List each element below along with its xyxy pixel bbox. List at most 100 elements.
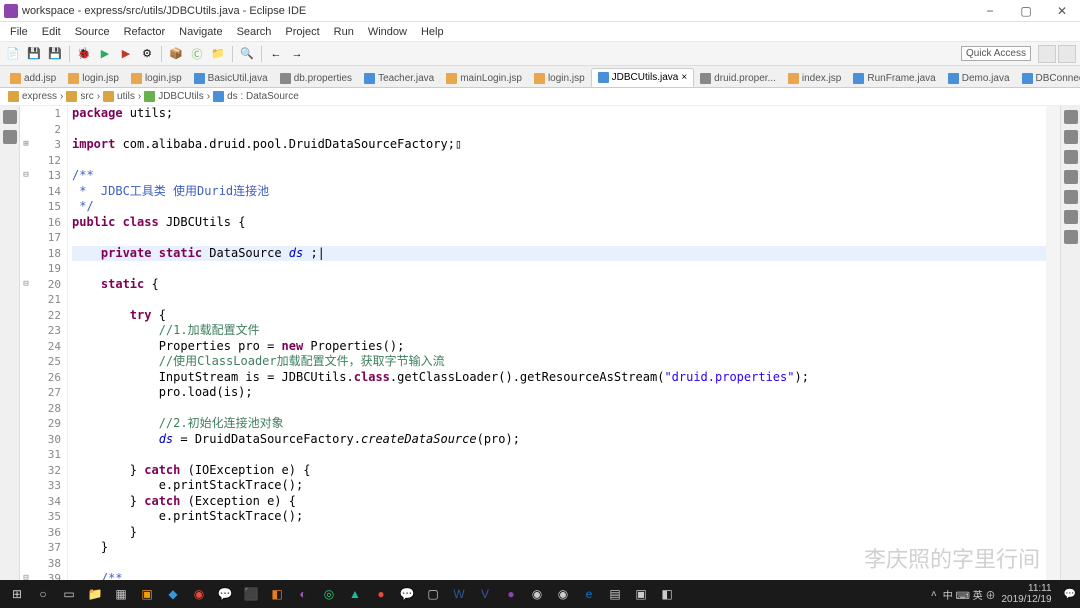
fold-marker bbox=[20, 478, 32, 494]
chrome-icon[interactable]: ◉ bbox=[550, 583, 576, 605]
tab-login-jsp[interactable]: login.jsp bbox=[528, 70, 591, 87]
new-icon[interactable]: 📄 bbox=[4, 45, 22, 63]
servers-icon[interactable] bbox=[1064, 170, 1078, 184]
console-icon[interactable] bbox=[1064, 190, 1078, 204]
task-icon[interactable] bbox=[1064, 130, 1078, 144]
tab-runframe-java[interactable]: RunFrame.java bbox=[847, 70, 941, 87]
edge-icon[interactable]: e bbox=[576, 583, 602, 605]
app9-icon[interactable]: ◎ bbox=[316, 583, 342, 605]
breadcrumb-item[interactable]: express bbox=[22, 91, 57, 102]
notification-icon[interactable]: 💬 bbox=[1064, 589, 1076, 600]
breadcrumb-item[interactable]: JDBCUtils bbox=[158, 91, 204, 102]
menu-navigate[interactable]: Navigate bbox=[173, 24, 228, 40]
menu-refactor[interactable]: Refactor bbox=[118, 24, 172, 40]
eclipse-icon[interactable]: ● bbox=[498, 583, 524, 605]
visio-icon[interactable]: V bbox=[472, 583, 498, 605]
menu-project[interactable]: Project bbox=[279, 24, 325, 40]
tab-login-jsp[interactable]: login.jsp bbox=[125, 70, 188, 87]
tab-teacher-java[interactable]: Teacher.java bbox=[358, 70, 440, 87]
terminal-icon[interactable] bbox=[1064, 210, 1078, 224]
save-all-icon[interactable]: 💾 bbox=[46, 45, 64, 63]
maximize-button[interactable]: ▢ bbox=[1012, 2, 1040, 20]
app12-icon[interactable]: ▢ bbox=[420, 583, 446, 605]
window-title: workspace - express/src/utils/JDBCUtils.… bbox=[22, 5, 976, 17]
navigator-icon[interactable] bbox=[3, 130, 17, 144]
menu-file[interactable]: File bbox=[4, 24, 34, 40]
tab-db-properties[interactable]: db.properties bbox=[274, 70, 358, 87]
minimize-button[interactable]: − bbox=[976, 2, 1004, 20]
search-icon[interactable]: 🔍 bbox=[238, 45, 256, 63]
fold-marker[interactable]: ⊟ bbox=[20, 277, 32, 293]
tab-druid-proper-[interactable]: druid.proper... bbox=[694, 70, 782, 87]
outline-icon[interactable] bbox=[1064, 110, 1078, 124]
tab-login-jsp[interactable]: login.jsp bbox=[62, 70, 125, 87]
tab-basicutil-java[interactable]: BasicUtil.java bbox=[188, 70, 274, 87]
app10-icon[interactable]: ▲ bbox=[342, 583, 368, 605]
app14-icon[interactable]: ▤ bbox=[602, 583, 628, 605]
clock[interactable]: 11:11 2019/12/19 bbox=[1001, 583, 1057, 605]
run-server-icon[interactable]: ⚙ bbox=[138, 45, 156, 63]
app8-icon[interactable]: ◐ bbox=[290, 583, 316, 605]
save-icon[interactable]: 💾 bbox=[25, 45, 43, 63]
new-class-icon[interactable]: Ⓒ bbox=[188, 45, 206, 63]
fold-marker[interactable]: ⊟ bbox=[20, 168, 32, 184]
close-button[interactable]: ✕ bbox=[1048, 2, 1076, 20]
tab-mainlogin-jsp[interactable]: mainLogin.jsp bbox=[440, 70, 528, 87]
tab-add-jsp[interactable]: add.jsp bbox=[4, 70, 62, 87]
new-package-icon[interactable]: 📦 bbox=[167, 45, 185, 63]
menu-search[interactable]: Search bbox=[231, 24, 278, 40]
quick-access[interactable]: Quick Access bbox=[961, 46, 1031, 61]
debug-icon[interactable]: 🐞 bbox=[75, 45, 93, 63]
tab-dbconnectio-[interactable]: DBConnectio... bbox=[1016, 70, 1080, 87]
app15-icon[interactable]: ▣ bbox=[628, 583, 654, 605]
menu-edit[interactable]: Edit bbox=[36, 24, 67, 40]
run-ext-icon[interactable]: ▶ bbox=[117, 45, 135, 63]
app2-icon[interactable]: ▣ bbox=[134, 583, 160, 605]
app1-icon[interactable]: ▦ bbox=[108, 583, 134, 605]
perspective-java-icon[interactable] bbox=[1038, 45, 1056, 63]
app16-icon[interactable]: ◧ bbox=[654, 583, 680, 605]
tab-jdbcutils-java[interactable]: JDBCUtils.java× bbox=[591, 68, 695, 87]
snippets-icon[interactable] bbox=[1064, 230, 1078, 244]
menu-help[interactable]: Help bbox=[415, 24, 450, 40]
app4-icon[interactable]: ◉ bbox=[186, 583, 212, 605]
run-icon[interactable]: ▶ bbox=[96, 45, 114, 63]
right-trim bbox=[1060, 106, 1080, 586]
breadcrumb[interactable]: express›src›utils›JDBCUtils›ds : DataSou… bbox=[0, 88, 1080, 106]
new-folder-icon[interactable]: 📁 bbox=[209, 45, 227, 63]
explorer-icon[interactable]: 📁 bbox=[82, 583, 108, 605]
app3-icon[interactable]: ◆ bbox=[160, 583, 186, 605]
menu-source[interactable]: Source bbox=[69, 24, 116, 40]
app7-icon[interactable]: ◧ bbox=[264, 583, 290, 605]
breadcrumb-item[interactable]: ds : DataSource bbox=[227, 91, 299, 102]
app5-icon[interactable]: 💬 bbox=[212, 583, 238, 605]
fold-marker[interactable]: ⊞ bbox=[20, 137, 32, 153]
close-icon[interactable]: × bbox=[681, 72, 687, 83]
taskview-icon[interactable]: ▭ bbox=[56, 583, 82, 605]
ime-indicator[interactable]: 中 ⌨ 英 ⊕ bbox=[943, 587, 996, 602]
fold-marker bbox=[20, 540, 32, 556]
tab-demo-java[interactable]: Demo.java bbox=[942, 70, 1016, 87]
app6-icon[interactable]: ⬛ bbox=[238, 583, 264, 605]
word-icon[interactable]: W bbox=[446, 583, 472, 605]
menu-run[interactable]: Run bbox=[328, 24, 360, 40]
code-editor[interactable]: ⊞⊟⊟⊟⊟⊟ 123121314151617181920212223242526… bbox=[20, 106, 1060, 586]
problems-icon[interactable] bbox=[1064, 150, 1078, 164]
package-explorer-icon[interactable] bbox=[3, 110, 17, 124]
perspective-jee-icon[interactable] bbox=[1058, 45, 1076, 63]
tab-index-jsp[interactable]: index.jsp bbox=[782, 70, 847, 87]
menu-window[interactable]: Window bbox=[362, 24, 413, 40]
wechat-icon[interactable]: 💬 bbox=[394, 583, 420, 605]
breadcrumb-item[interactable]: utils bbox=[117, 91, 135, 102]
breadcrumb-item[interactable]: src bbox=[80, 91, 93, 102]
tray-up-icon[interactable]: ˄ bbox=[931, 589, 937, 600]
code-area[interactable]: package utils; import com.alibaba.druid.… bbox=[68, 106, 1060, 586]
forward-icon[interactable]: → bbox=[288, 45, 306, 63]
app11-icon[interactable]: ● bbox=[368, 583, 394, 605]
back-icon[interactable]: ← bbox=[267, 45, 285, 63]
overview-ruler[interactable] bbox=[1046, 106, 1060, 586]
system-tray[interactable]: ˄ 中 ⌨ 英 ⊕ 11:11 2019/12/19 💬 bbox=[931, 583, 1076, 605]
start-button[interactable]: ⊞ bbox=[4, 583, 30, 605]
app13-icon[interactable]: ◉ bbox=[524, 583, 550, 605]
search-taskbar-icon[interactable]: ○ bbox=[30, 583, 56, 605]
